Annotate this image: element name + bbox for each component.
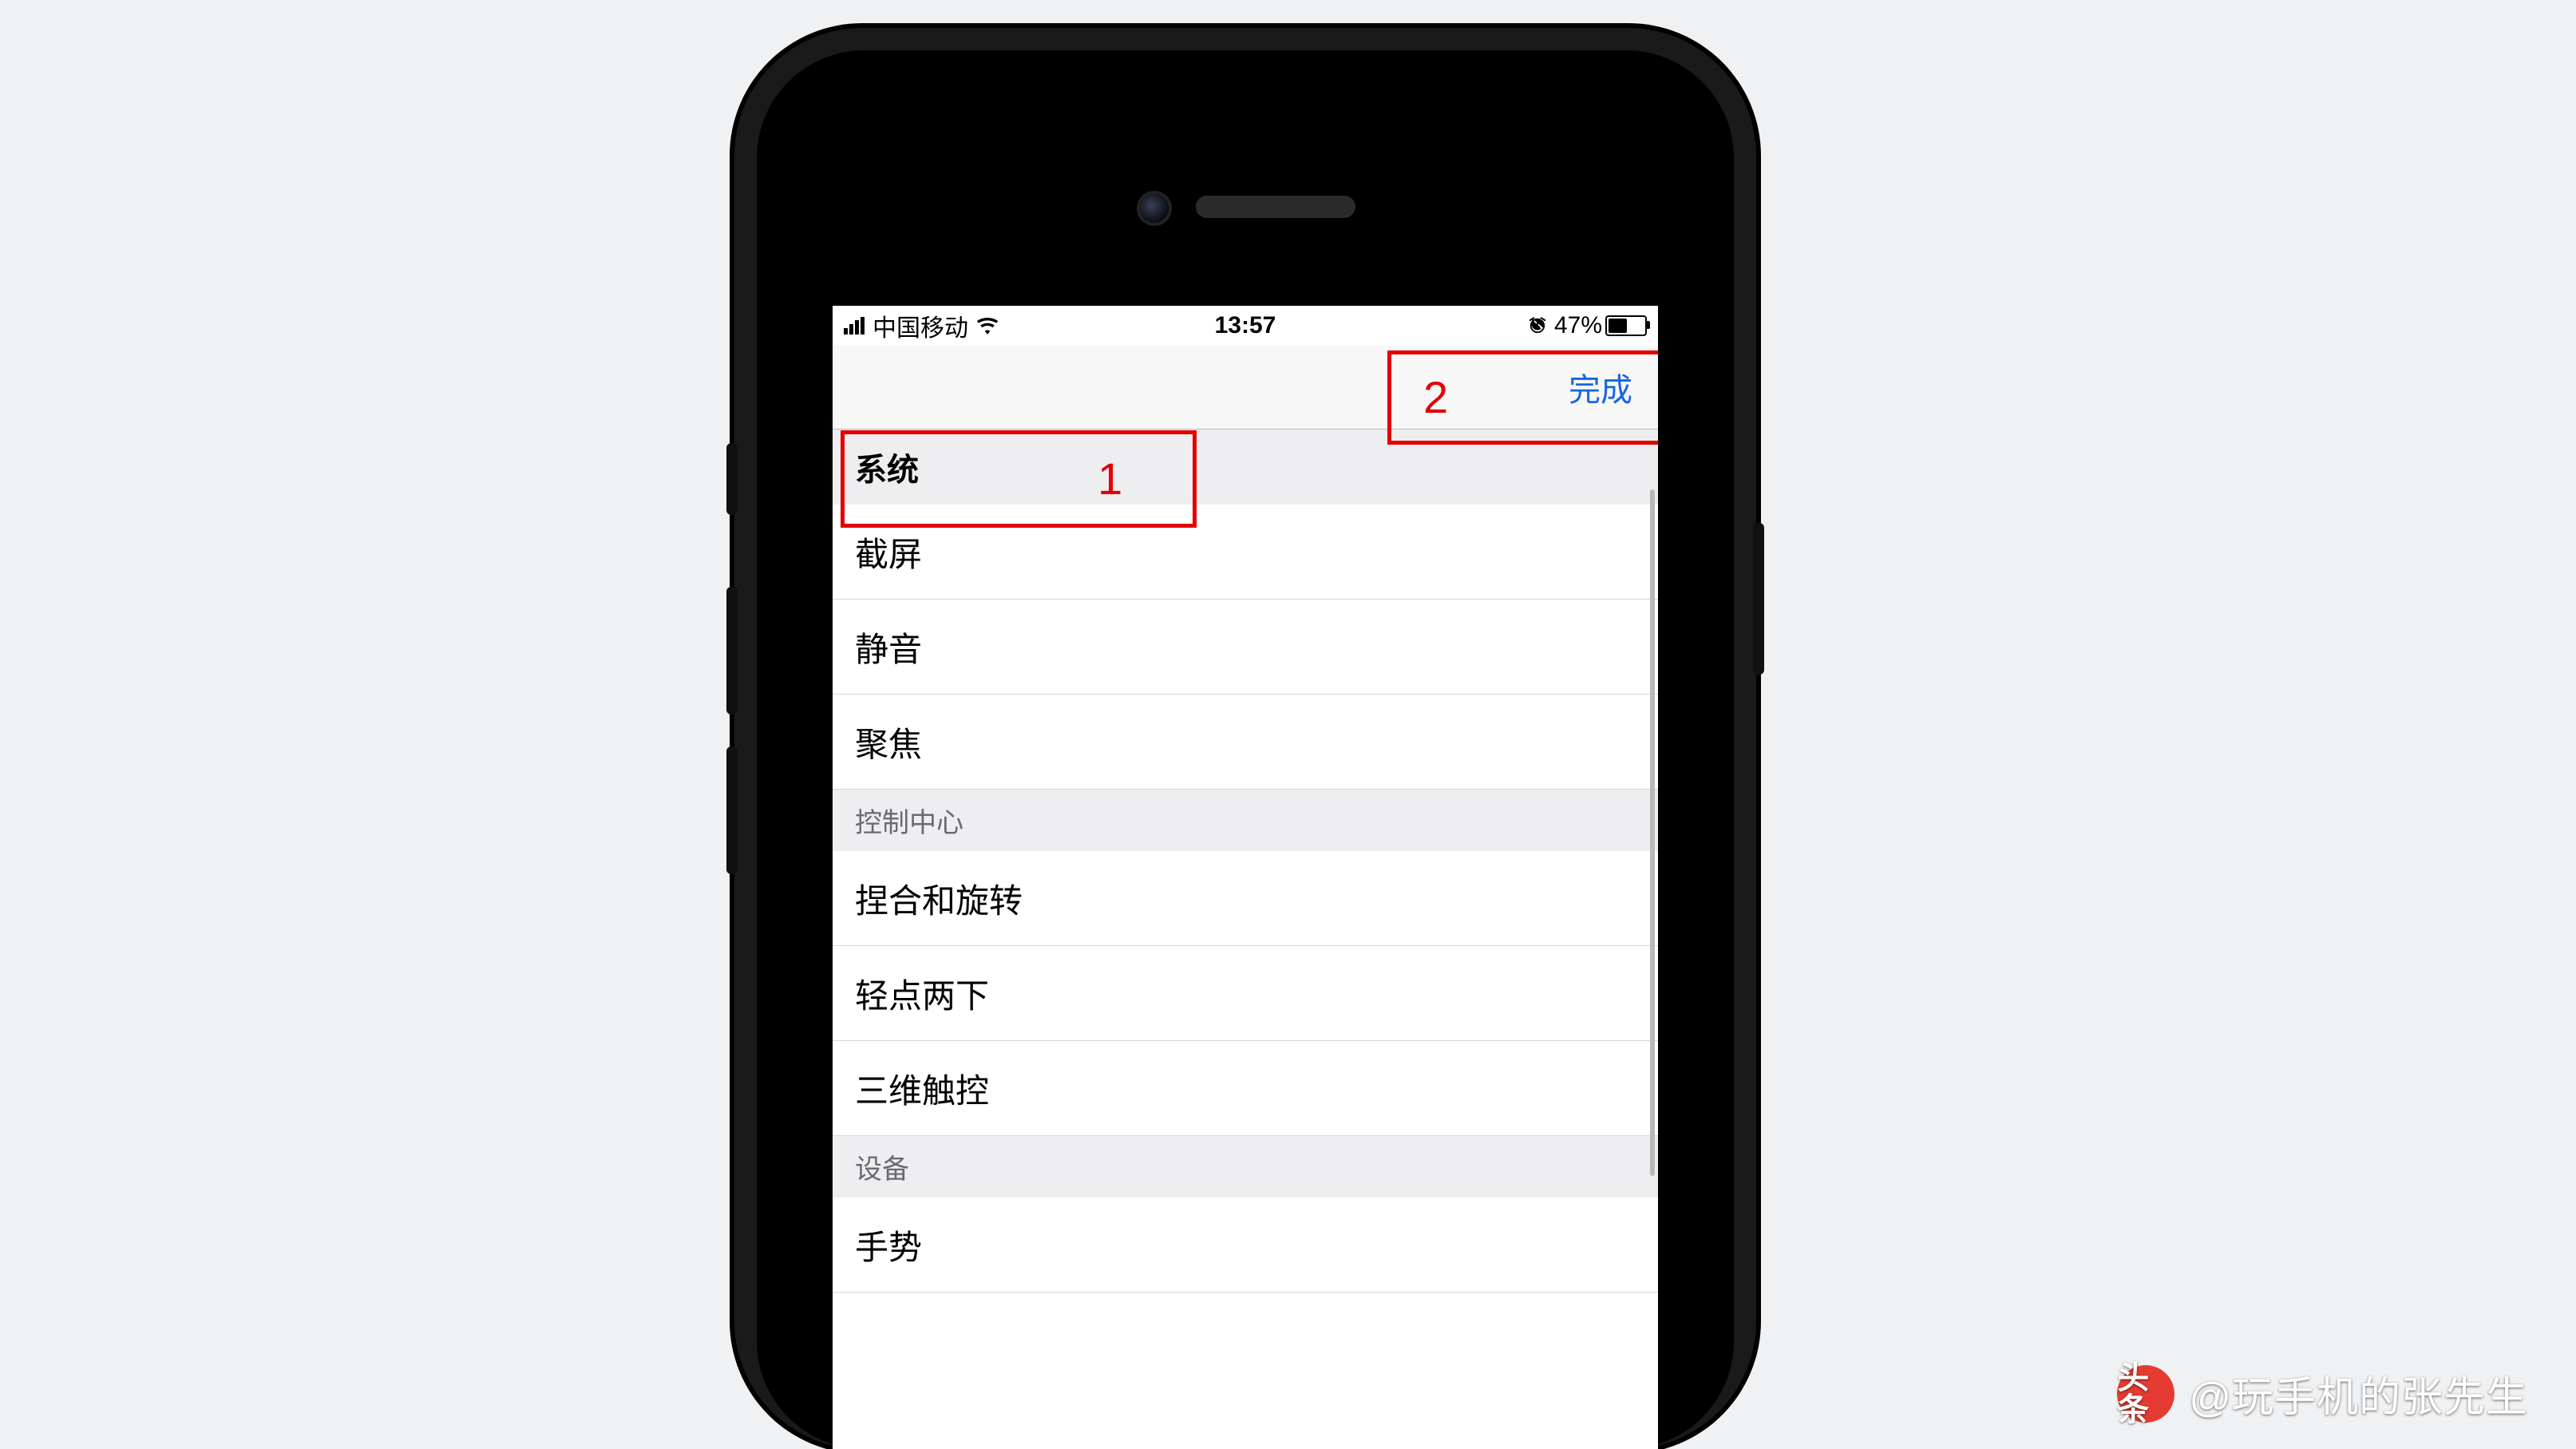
status-bar: 中国移动 13:57 47%	[833, 306, 1658, 346]
cellular-signal-icon	[844, 317, 865, 335]
list-item-3d-touch[interactable]: 三维触控	[833, 1041, 1658, 1136]
done-button[interactable]: 完成	[1569, 364, 1632, 410]
watermark-text: @玩手机的张先生	[2189, 1364, 2528, 1423]
section-header-system: 系统	[833, 430, 1658, 505]
wifi-icon	[976, 317, 999, 335]
section-header-control-center: 控制中心	[833, 790, 1658, 851]
scrollbar-indicator	[1650, 489, 1655, 1176]
watermark: 头条 @玩手机的张先生	[2117, 1364, 2528, 1423]
list-item-double-tap[interactable]: 轻点两下	[833, 946, 1658, 1041]
list-item-gestures[interactable]: 手势	[833, 1198, 1658, 1293]
phone-screen: 中国移动 13:57 47%	[833, 306, 1658, 1449]
volume-down-button	[726, 746, 738, 874]
navigation-bar: 完成	[833, 346, 1658, 430]
list-item-pinch-rotate[interactable]: 捏合和旋转	[833, 851, 1658, 946]
power-button	[1753, 523, 1764, 675]
phone-frame: 中国移动 13:57 47%	[734, 28, 1756, 1449]
battery-icon	[1605, 315, 1647, 336]
section-header-device: 设备	[833, 1136, 1658, 1198]
volume-up-button	[726, 587, 738, 715]
list-item-focus[interactable]: 聚焦	[833, 695, 1658, 790]
speaker-grille-icon	[1196, 196, 1355, 218]
list-item-mute[interactable]: 静音	[833, 600, 1658, 695]
mute-switch	[726, 443, 738, 515]
carrier-label: 中国移动	[873, 308, 968, 343]
alarm-icon	[1529, 317, 1546, 335]
battery-percent-label: 47%	[1554, 312, 1602, 339]
front-camera-icon	[1140, 194, 1169, 223]
battery-indicator: 47%	[1554, 312, 1647, 339]
list-item-screenshot[interactable]: 截屏	[833, 505, 1658, 600]
watermark-badge-icon: 头条	[2117, 1365, 2174, 1423]
